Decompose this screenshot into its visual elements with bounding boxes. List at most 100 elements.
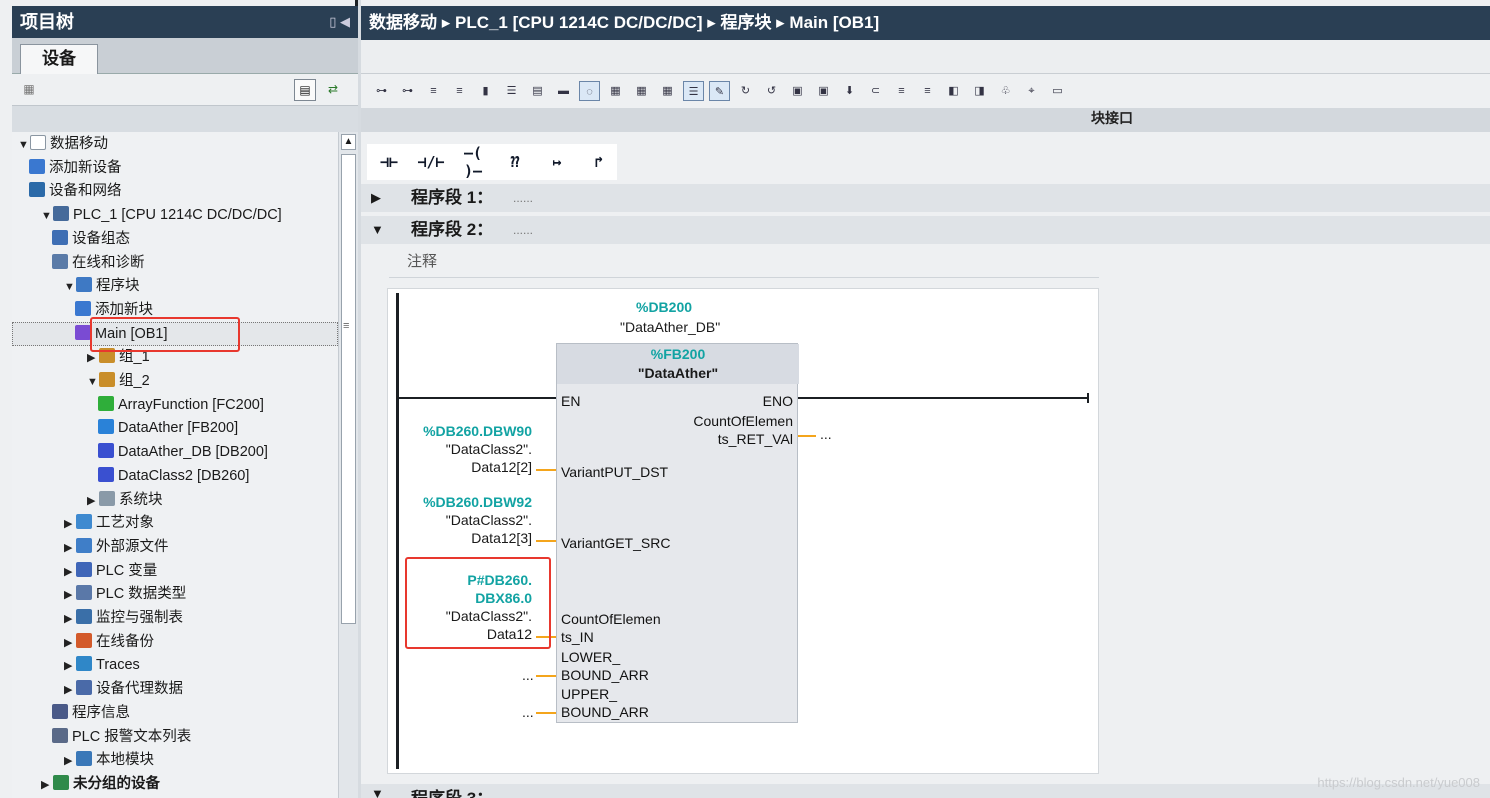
open-branch-button[interactable]: ↦ — [539, 153, 575, 171]
tree-item-program-info[interactable]: 程序信息 — [52, 702, 130, 724]
toolbar-icon[interactable]: ↻ — [735, 81, 756, 101]
toolbar-icon[interactable]: ▦ — [657, 81, 678, 101]
expand-arrow-icon[interactable]: ▶ — [64, 561, 76, 583]
toolbar-icon[interactable]: ⌖ — [1021, 81, 1042, 101]
toolbar-icon[interactable]: ⬇ — [839, 81, 860, 101]
empty-box-button[interactable]: ⁇ — [497, 153, 533, 171]
toolbar-icon[interactable]: ◨ — [969, 81, 990, 101]
nc-contact-button[interactable]: ⊣/⊢ — [413, 153, 449, 171]
toolbar-icon[interactable]: ▦ — [605, 81, 626, 101]
tree-item-dataather-db-db200[interactable]: DataAther_DB [DB200] — [98, 441, 268, 463]
tree-item-plc-data-types[interactable]: ▶ PLC 数据类型 — [64, 583, 186, 605]
toolbar-icon[interactable]: ≡ — [891, 81, 912, 101]
tree-item-watch-force-tables[interactable]: ▶ 监控与强制表 — [64, 607, 183, 629]
tree-item-program-blocks[interactable]: ▼ 程序块 — [64, 275, 140, 297]
comment-toggle-icon[interactable]: ◌ — [579, 81, 600, 101]
block-interface-bar[interactable]: 块接口 — [361, 108, 1490, 132]
network-2-header[interactable]: ▼ 程序段 2： ...... — [361, 216, 1490, 244]
tree-item-devices-networks[interactable]: 设备和网络 — [29, 180, 122, 202]
toolbar-icon[interactable]: ▤ — [527, 81, 548, 101]
tree-item-dataclass2-db260[interactable]: DataClass2 [DB260] — [98, 465, 249, 487]
operand-2[interactable]: %DB260.DBW92 "DataClass2". Data12[3] — [398, 493, 532, 547]
expand-arrow-icon[interactable]: ▶ — [64, 584, 76, 606]
toolbar-icon[interactable]: ≡ — [449, 81, 470, 101]
expand-arrow-icon[interactable]: ▶ — [64, 679, 76, 701]
close-branch-button[interactable]: ↱ — [581, 153, 617, 171]
toolbar-icon[interactable]: ☰ — [683, 81, 704, 101]
toolbar-icon[interactable]: ◧ — [943, 81, 964, 101]
overview-icon[interactable]: ▦ — [18, 79, 40, 101]
toolbar-icon[interactable]: ≡ — [917, 81, 938, 101]
toolbar-icon[interactable]: ▬ — [553, 81, 574, 101]
expand-arrow-icon[interactable]: ▶ — [64, 608, 76, 630]
tree-item-project-node[interactable]: ▼ 数据移动 — [18, 133, 108, 155]
expand-arrow-icon[interactable]: ▼ — [371, 786, 384, 798]
scroll-thumb[interactable] — [341, 154, 356, 624]
operand-1[interactable]: %DB260.DBW90 "DataClass2". Data12[2] — [398, 422, 532, 476]
network-2-title: 程序段 2： — [411, 220, 494, 239]
toolbar-icon[interactable]: ♧ — [995, 81, 1016, 101]
tree-item-ungrouped-devices[interactable]: ▶ 未分组的设备 — [41, 773, 160, 795]
toolbar-icon[interactable]: ▣ — [813, 81, 834, 101]
toolbar-icon[interactable]: ▣ — [787, 81, 808, 101]
no-contact-button[interactable]: ⊣⊢ — [371, 153, 407, 171]
db-address: %DB200 — [636, 299, 693, 315]
fb-address: %FB200 — [650, 346, 706, 362]
upper-bound-value[interactable]: ... — [522, 704, 534, 720]
tree-item-traces[interactable]: ▶ Traces — [64, 654, 140, 676]
toolbar-icon[interactable]: ↺ — [761, 81, 782, 101]
expand-arrow-icon[interactable]: ▶ — [64, 537, 76, 559]
coil-button[interactable]: –( )– — [455, 144, 491, 180]
tree-item-online-diagnostics[interactable]: 在线和诊断 — [52, 252, 145, 274]
tree-item-plc-tags[interactable]: ▶ PLC 变量 — [64, 560, 157, 582]
panel-collapse-icon[interactable]: ▯ ◀ — [329, 6, 350, 38]
tree-item-device-proxy-data[interactable]: ▶ 设备代理数据 — [64, 678, 183, 700]
expand-arrow-icon[interactable]: ▶ — [64, 655, 76, 677]
function-block[interactable]: %FB200 "DataAther" EN ENO CountOfElemen t… — [556, 343, 799, 723]
toolbar-icon[interactable]: ✎ — [709, 81, 730, 101]
tree-item-plc1[interactable]: ▼ PLC_1 [CPU 1214C DC/DC/DC] — [41, 204, 282, 226]
ladder-network: %DB200 "DataAther_DB" %FB200 "DataAther"… — [387, 288, 1099, 774]
toolbar-icon[interactable]: ⊂ — [865, 81, 886, 101]
collapse-arrow-icon[interactable]: ▼ — [64, 276, 76, 298]
expand-arrow-icon[interactable]: ▶ — [87, 490, 99, 512]
add-icon[interactable]: ⇄ — [322, 79, 344, 101]
tree-item-device-config[interactable]: 设备组态 — [52, 228, 130, 250]
tree-item-arrayfunction-fc200[interactable]: ArrayFunction [FC200] — [98, 394, 264, 416]
tree-item-add-device[interactable]: 添加新设备 — [29, 157, 122, 179]
toolbar-icon[interactable]: ☰ — [501, 81, 522, 101]
tree-item-system-blocks[interactable]: ▶ 系统块 — [87, 489, 163, 511]
tree-item-technology-objects[interactable]: ▶ 工艺对象 — [64, 512, 154, 534]
collapse-arrow-icon[interactable]: ▼ — [371, 216, 384, 244]
db-name[interactable]: "DataAther_DB" — [620, 319, 720, 335]
collapse-arrow-icon[interactable]: ▼ — [41, 205, 53, 227]
tree-item-local-modules[interactable]: ▶ 本地模块 — [64, 749, 154, 771]
scroll-up-icon[interactable]: ▲ — [341, 134, 356, 150]
expand-arrow-icon[interactable]: ▶ — [41, 774, 53, 796]
toolbar-icon[interactable]: ⊶ — [371, 81, 392, 101]
tree-item-external-sources[interactable]: ▶ 外部源文件 — [64, 536, 169, 558]
tree-item-dataather-fb200[interactable]: DataAther [FB200] — [98, 417, 238, 439]
tree-item-group-2[interactable]: ▼ 组_2 — [87, 370, 150, 392]
expand-arrow-icon[interactable]: ▶ — [371, 184, 381, 212]
collapse-arrow-icon[interactable]: ▼ — [18, 134, 30, 156]
toolbar-icon[interactable]: ▦ — [631, 81, 652, 101]
expand-arrow-icon[interactable]: ▶ — [64, 632, 76, 654]
tree-scrollbar[interactable]: ▲ ≡ — [338, 132, 358, 798]
toolbar-icon[interactable]: ▮ — [475, 81, 496, 101]
out-value[interactable]: ... — [820, 426, 832, 442]
collapse-arrow-icon[interactable]: ▼ — [87, 371, 99, 393]
tree-item-online-backups[interactable]: ▶ 在线备份 — [64, 631, 154, 653]
tab-devices[interactable]: 设备 — [20, 44, 98, 75]
tree-toolbar: ▦ ▤ ⇄ — [12, 74, 358, 106]
list-view-icon[interactable]: ▤ — [294, 79, 316, 101]
tree-item-plc-alarm-text-lists[interactable]: PLC 报警文本列表 — [52, 726, 191, 748]
toolbar-icon[interactable]: ⊶ — [397, 81, 418, 101]
expand-arrow-icon[interactable]: ▶ — [64, 513, 76, 535]
toolbar-icon[interactable]: ≡ — [423, 81, 444, 101]
toolbar-icon[interactable]: ▭ — [1047, 81, 1068, 101]
lower-bound-value[interactable]: ... — [522, 667, 534, 683]
network-comment[interactable]: 注释 — [389, 250, 1099, 278]
expand-arrow-icon[interactable]: ▶ — [64, 750, 76, 772]
network-1-header[interactable]: ▶ 程序段 1： ...... — [361, 184, 1490, 212]
